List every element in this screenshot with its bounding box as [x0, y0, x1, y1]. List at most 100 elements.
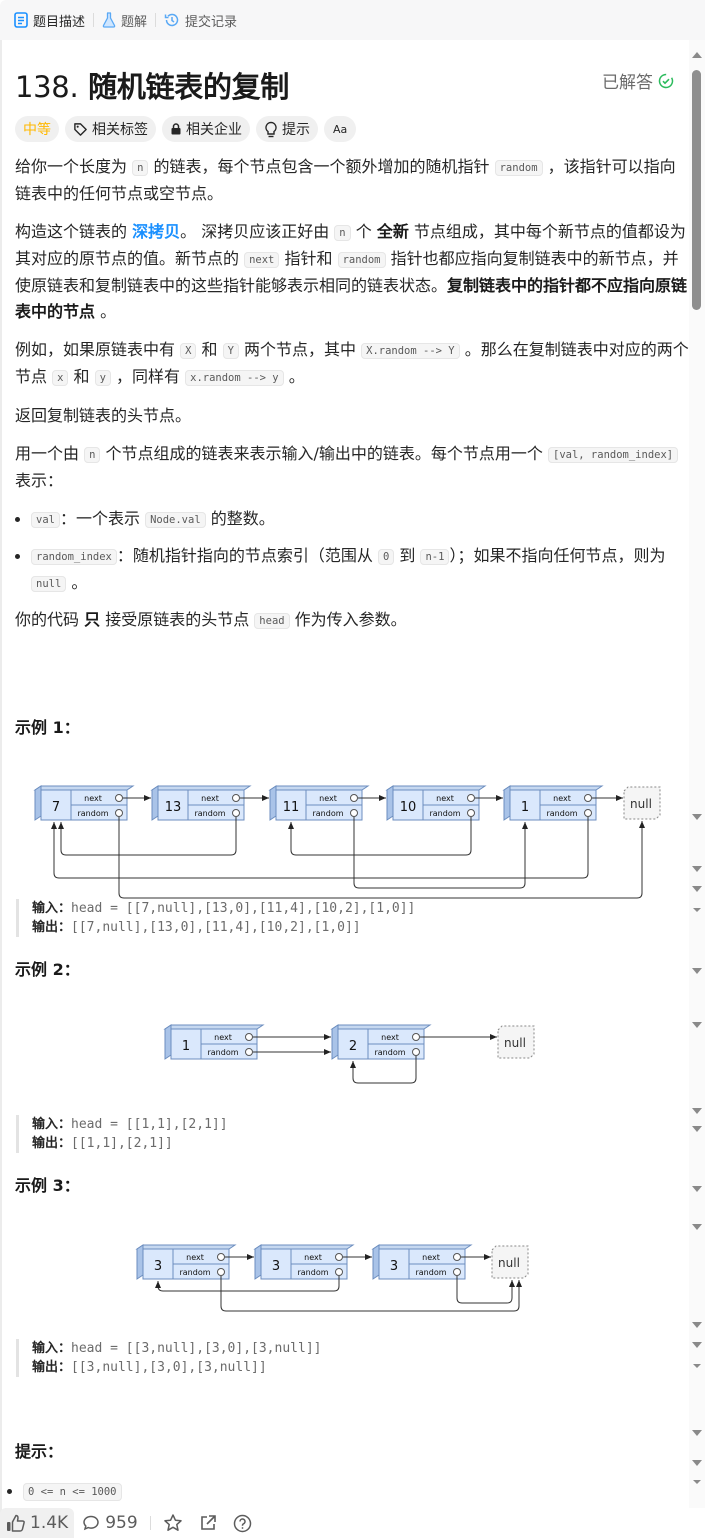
fold-marker-icon[interactable]: [692, 1342, 702, 1348]
next-label: next: [84, 794, 102, 803]
fold-marker-icon[interactable]: [692, 1186, 702, 1192]
inline-code: next: [244, 252, 280, 268]
input-label: 输入：: [32, 1341, 72, 1356]
fold-marker-icon[interactable]: [692, 1430, 702, 1436]
fold-marker-icon[interactable]: [692, 1126, 702, 1132]
flask-icon: [102, 12, 116, 28]
random-port: [245, 1048, 253, 1056]
text: 表示：: [15, 471, 64, 490]
fold-marker-icon[interactable]: [692, 1322, 702, 1328]
tab-description[interactable]: 题目描述: [14, 11, 93, 30]
paragraph: 例如，如果原链表中有 X 和 Y 两个节点，其中 X.random --> Y …: [15, 337, 690, 391]
fold-marker-icon[interactable]: [692, 886, 702, 892]
fold-marker-icon[interactable]: [693, 1480, 701, 1484]
tab-divider: [93, 13, 95, 27]
text: ）；如果不指向任何节点，则为: [449, 546, 666, 565]
tab-submissions[interactable]: 提交记录: [164, 11, 245, 30]
like-button[interactable]: 1.4K: [0, 1508, 75, 1538]
title-row: 138. 随机链表的复制 已解答: [15, 40, 680, 126]
scroll-up-arrow-icon[interactable]: [692, 52, 702, 58]
node-value: 2: [349, 1039, 357, 1054]
random-label: random: [546, 809, 577, 818]
problem-title: 随机链表的复制: [88, 70, 290, 104]
fold-marker-icon[interactable]: [692, 1224, 702, 1230]
comments-button[interactable]: 959: [74, 1513, 145, 1533]
translate-button[interactable]: Aa: [324, 116, 357, 142]
list-item: val ：一个表示 Node.val 的整数。: [15, 506, 690, 533]
thumbs-up-icon: [7, 1514, 25, 1532]
node-top-face: [135, 1244, 237, 1250]
panel-border: [0, 40, 2, 1538]
next-port: [467, 794, 475, 802]
node-side-face: [136, 1244, 144, 1280]
node-top-face: [33, 785, 135, 791]
next-port: [453, 1253, 461, 1261]
text: 个: [350, 222, 377, 241]
difficulty-badge[interactable]: 中等: [15, 116, 59, 142]
text: ，同样有: [110, 367, 186, 386]
text: ：随机指针指向的节点索引（范围从: [116, 546, 378, 565]
inline-code: random: [337, 252, 386, 268]
random-port: [453, 1268, 461, 1276]
pointer-arrow: [350, 1056, 417, 1084]
problem-number: 138.: [15, 70, 79, 104]
pointer-arrow: [118, 817, 645, 899]
random-label: random: [194, 809, 225, 818]
inline-code: n-1: [420, 549, 450, 565]
example-3-diagram: 3 next random 3 next random 3 next random null: [135, 1244, 529, 1312]
pointer-arrow: [51, 817, 589, 879]
fold-marker-icon[interactable]: [692, 814, 702, 820]
fold-marker-icon[interactable]: [692, 1022, 702, 1028]
inline-code: n: [84, 447, 101, 463]
node-value: 3: [390, 1259, 398, 1274]
format-list: val ：一个表示 Node.val 的整数。 random_index ：随机指针…: [15, 506, 690, 597]
scrollbar-thumb[interactable]: [692, 70, 701, 310]
external-link-icon: [200, 1515, 216, 1530]
inline-code: 0 <= n <= 1000: [23, 1483, 122, 1501]
related-companies-label: 相关企业: [186, 122, 242, 138]
favorite-button[interactable]: [155, 1513, 191, 1533]
output-value: [[3,null],[3,0],[3,null]]: [71, 1360, 267, 1375]
pointer-arrow: [220, 1276, 522, 1312]
node-value: 7: [52, 800, 60, 815]
node-value: 3: [154, 1259, 162, 1274]
node-top-face: [150, 785, 252, 791]
fold-marker-icon[interactable]: [692, 968, 702, 974]
check-circle-icon: [658, 73, 674, 88]
text: 到: [394, 546, 421, 565]
node-top-face: [163, 1024, 265, 1030]
output-label: 输出：: [32, 1360, 72, 1375]
inline-code: head: [254, 613, 290, 629]
example-2-diagram: 1 next random 2 next random null: [163, 1024, 535, 1084]
hint-button[interactable]: 提示: [256, 116, 318, 142]
fold-marker-icon[interactable]: [692, 866, 702, 872]
next-port: [584, 794, 592, 802]
solved-status: 已解答: [602, 68, 674, 93]
inline-code: x: [52, 370, 69, 386]
like-count: 1.4K: [30, 1513, 69, 1533]
help-circle-icon: [233, 1514, 251, 1532]
null-label: null: [630, 797, 652, 811]
description-icon: [14, 12, 28, 28]
fold-marker-icon[interactable]: [693, 1364, 701, 1368]
related-companies-button[interactable]: 相关企业: [162, 116, 250, 142]
node-side-face: [503, 785, 511, 821]
fold-marker-icon[interactable]: [693, 908, 701, 912]
example-1-io: 输入：head = [[7,null],[13,0],[11,4],[10,2]…: [16, 899, 415, 937]
related-tags-button[interactable]: 相关标签: [65, 116, 156, 142]
scrollbar[interactable]: [689, 40, 705, 1508]
next-port: [217, 1253, 225, 1261]
node-side-face: [372, 1244, 380, 1280]
deep-copy-link[interactable]: 深拷贝: [132, 222, 180, 241]
text: 接受原链表的头节点: [100, 610, 255, 629]
next-label: next: [201, 794, 219, 803]
text: 的整数。: [205, 509, 275, 528]
footer-divider: [149, 1516, 151, 1530]
fold-marker-icon[interactable]: [692, 1460, 702, 1466]
tab-solutions[interactable]: 题解: [102, 11, 155, 30]
node-side-face: [254, 1244, 262, 1280]
fold-marker-icon[interactable]: [692, 1108, 702, 1114]
pointer-arrow: [288, 817, 472, 856]
share-button[interactable]: [191, 1514, 225, 1532]
help-button[interactable]: [225, 1514, 260, 1533]
